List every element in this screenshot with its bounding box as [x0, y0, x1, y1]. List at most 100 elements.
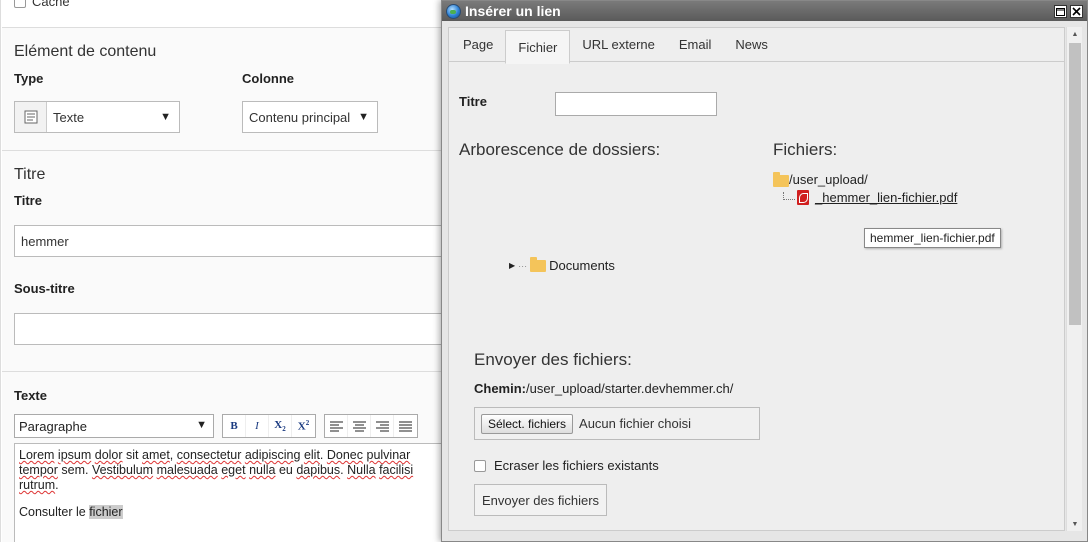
- cache-label: Cache: [32, 0, 70, 9]
- alignment-group: [324, 414, 418, 438]
- editor-word: Donec: [326, 448, 364, 462]
- no-file-chosen-text: Aucun fichier choisi: [579, 416, 692, 431]
- subscript-icon[interactable]: X2: [269, 415, 292, 437]
- overwrite-checkbox[interactable]: [474, 459, 486, 472]
- root-folder-label: /user_upload/: [789, 172, 868, 187]
- align-center-icon[interactable]: [348, 415, 371, 437]
- path-label: Chemin:: [474, 381, 526, 396]
- select-files-button[interactable]: Sélect. fichiers: [481, 413, 574, 434]
- editor-word: ipsum: [57, 448, 92, 462]
- overwrite-option: Ecraser les fichiers existants: [474, 458, 659, 473]
- scroll-up-icon[interactable]: ▲: [1067, 27, 1083, 41]
- chevron-down-icon: ▼: [196, 419, 207, 431]
- scroll-thumb[interactable]: [1069, 43, 1081, 325]
- maximize-icon[interactable]: [1054, 5, 1067, 18]
- align-left-icon[interactable]: [325, 415, 348, 437]
- editor-text: sit: [122, 448, 142, 462]
- path-value: /user_upload/starter.devhemmer.ch/: [526, 381, 734, 396]
- editor-word: adipiscing: [244, 448, 301, 462]
- file-link[interactable]: _hemmer_lien-fichier.pdf: [815, 190, 957, 205]
- chevron-down-icon: ▼: [160, 111, 171, 123]
- paragraph-format-value: Paragraphe: [19, 418, 87, 434]
- align-justify-icon[interactable]: [394, 415, 417, 437]
- italic-icon[interactable]: I: [246, 415, 269, 437]
- cache-row: Cache: [14, 0, 70, 9]
- subtitle-input[interactable]: [14, 313, 454, 345]
- editor-word: dolor: [94, 448, 123, 462]
- tab-page[interactable]: Page: [451, 28, 505, 61]
- superscript-icon[interactable]: X2: [292, 415, 315, 437]
- root-folder[interactable]: /user_upload/: [773, 171, 868, 187]
- upload-files-button[interactable]: Envoyer des fichiers: [474, 484, 607, 516]
- scroll-down-icon[interactable]: ▼: [1067, 517, 1083, 531]
- text-label: Texte: [14, 388, 47, 403]
- editor-word: Lorem: [19, 448, 55, 462]
- editor-word: consectetur: [176, 448, 242, 462]
- editor-text: .: [55, 478, 59, 492]
- align-right-icon[interactable]: [371, 415, 394, 437]
- editor-word: malesuada: [156, 463, 218, 477]
- insert-link-dialog: Insérer un lien Page Fichier URL externe…: [441, 0, 1088, 542]
- column-select-value: Contenu principal: [249, 109, 351, 125]
- editor-text: ,: [169, 448, 177, 462]
- link-title-label: Titre: [459, 94, 487, 109]
- editor-text: Consulter le: [19, 505, 90, 519]
- overwrite-label: Ecraser les fichiers existants: [494, 458, 659, 473]
- editor-text: .: [319, 448, 327, 462]
- close-icon[interactable]: [1070, 5, 1083, 18]
- documents-folder[interactable]: ▶ ··· Documents: [509, 256, 615, 273]
- dialog-titlebar[interactable]: Insérer un lien: [442, 1, 1087, 21]
- cache-checkbox[interactable]: [14, 0, 26, 8]
- dialog-scrollbar[interactable]: ▲ ▼: [1066, 27, 1082, 531]
- tree-connector: ···: [518, 260, 528, 271]
- type-select[interactable]: Texte ▼: [14, 101, 180, 133]
- chevron-down-icon: ▼: [358, 111, 369, 123]
- editor-text: sem.: [57, 463, 92, 477]
- upload-path: Chemin:/user_upload/starter.devhemmer.ch…: [474, 381, 733, 396]
- tab-news[interactable]: News: [723, 28, 780, 61]
- pdf-file-icon: [797, 190, 809, 205]
- type-select-value: Texte: [53, 109, 85, 125]
- file-entry[interactable]: _hemmer_lien-fichier.pdf: [783, 190, 957, 205]
- editor-toolbar: Paragraphe ▼ B I X2 X2: [14, 414, 418, 438]
- file-upload-field[interactable]: Sélect. fichiers Aucun fichier choisi: [474, 407, 760, 440]
- link-type-tabs: Page Fichier URL externe Email News: [449, 28, 1064, 64]
- tab-fichier[interactable]: Fichier: [505, 30, 571, 64]
- documents-folder-label: Documents: [549, 258, 615, 273]
- link-title-input[interactable]: [555, 92, 717, 116]
- file-tooltip: hemmer_lien-fichier.pdf: [864, 228, 1001, 248]
- editor-word: rutrum: [19, 478, 56, 492]
- title-input[interactable]: hemmer: [14, 225, 454, 257]
- text-style-group: B I X2 X2: [222, 414, 316, 438]
- column-label: Colonne: [242, 71, 294, 86]
- editor-word: eget: [221, 463, 246, 477]
- editor-word: elit: [303, 448, 320, 462]
- folder-tree-heading: Arborescence de dossiers:: [459, 140, 661, 159]
- dialog-content: Page Fichier URL externe Email News Titr…: [448, 27, 1065, 531]
- tab-email[interactable]: Email: [667, 28, 724, 61]
- rich-text-editor[interactable]: Lorem ipsum dolor sit amet, consectetur …: [14, 443, 444, 542]
- editor-word: facilisi: [379, 463, 414, 477]
- editor-word: Vestibulum: [91, 463, 154, 477]
- folder-open-icon: [773, 171, 789, 187]
- type-label: Type: [14, 71, 44, 86]
- subtitle-label: Sous-titre: [14, 281, 75, 296]
- editor-word: pulvinar: [366, 448, 411, 462]
- editor-paragraph-1: Lorem ipsum dolor sit amet, consectetur …: [19, 448, 439, 493]
- caret-right-icon[interactable]: ▶: [509, 261, 515, 270]
- editor-selected-word[interactable]: fichier: [89, 505, 123, 519]
- upload-heading: Envoyer des fichiers:: [474, 350, 632, 369]
- folder-icon: [530, 256, 547, 272]
- bold-icon[interactable]: B: [223, 415, 246, 437]
- text-type-icon: [15, 102, 47, 132]
- paragraph-format-select[interactable]: Paragraphe ▼: [14, 414, 214, 438]
- editor-word: amet: [142, 448, 170, 462]
- editor-word: nulla: [249, 463, 276, 477]
- editor-paragraph-2: Consulter le fichier: [19, 505, 439, 520]
- tab-url-externe[interactable]: URL externe: [570, 28, 667, 61]
- files-heading: Fichiers:: [773, 140, 838, 159]
- editor-word: tempor: [19, 463, 58, 477]
- content-section-title: Elément de contenu: [14, 43, 157, 60]
- globe-icon: [446, 3, 461, 19]
- column-select[interactable]: Contenu principal ▼: [242, 101, 378, 133]
